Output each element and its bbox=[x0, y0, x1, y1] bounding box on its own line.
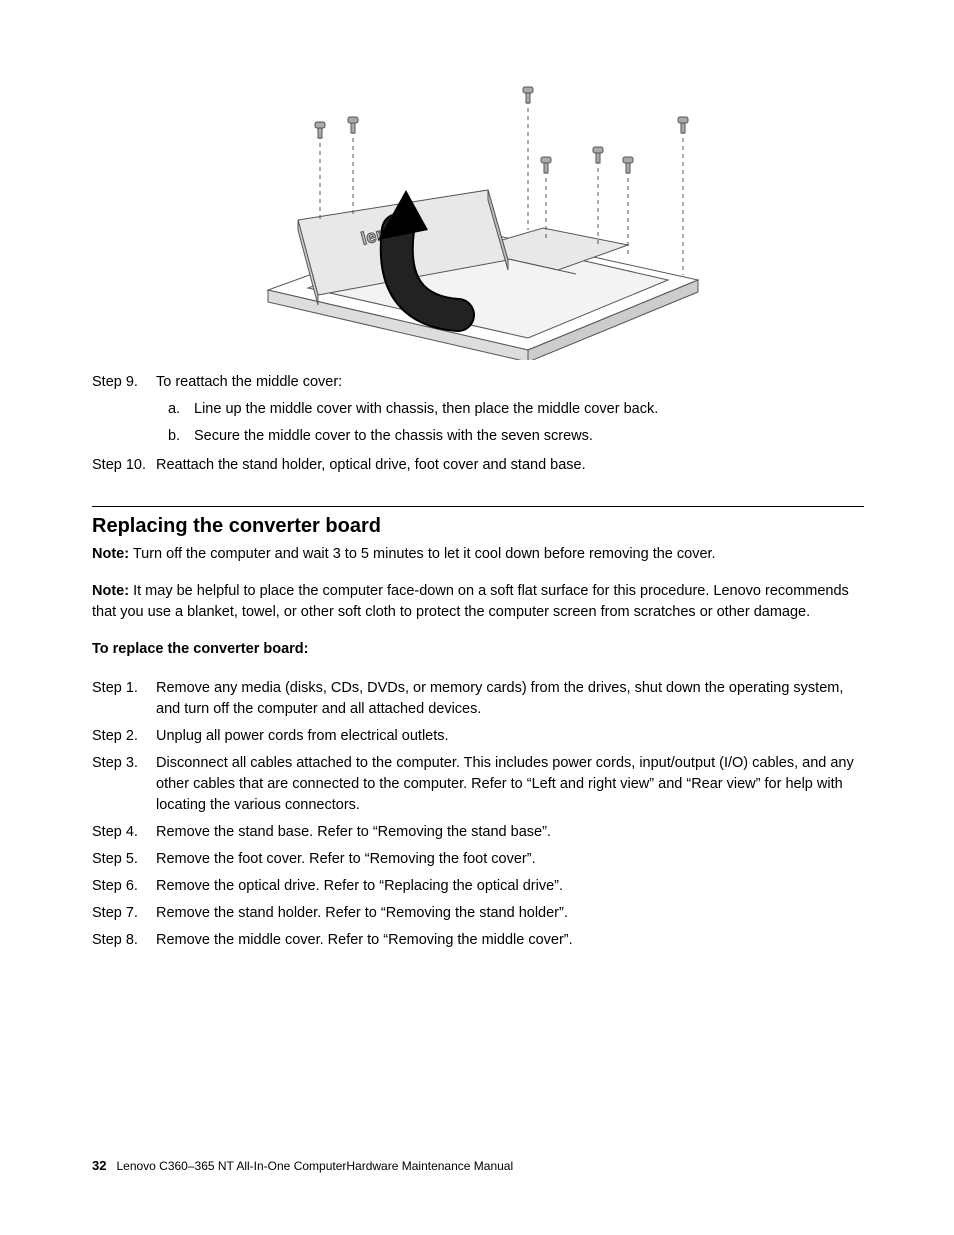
step-text: Reattach the stand holder, optical drive… bbox=[156, 455, 864, 476]
screw-icon bbox=[523, 87, 533, 230]
sub-text: Line up the middle cover with chassis, t… bbox=[194, 399, 864, 420]
step-1: Step 1. Remove any media (disks, CDs, DV… bbox=[92, 678, 864, 720]
note-label: Note: bbox=[92, 546, 129, 562]
note-label: Note: bbox=[92, 583, 129, 599]
screw-icon bbox=[623, 157, 633, 255]
sub-label: b. bbox=[156, 426, 194, 447]
step-label: Step 5. bbox=[92, 849, 156, 870]
screw-icon bbox=[348, 117, 358, 215]
screw-icon bbox=[593, 147, 603, 245]
step-text: Remove the optical drive. Refer to “Repl… bbox=[156, 876, 864, 897]
step-label: Step 8. bbox=[92, 930, 156, 951]
step-6: Step 6. Remove the optical drive. Refer … bbox=[92, 876, 864, 897]
note-2: Note: It may be helpful to place the com… bbox=[92, 581, 864, 623]
step-10: Step 10. Reattach the stand holder, opti… bbox=[92, 455, 864, 476]
step-label: Step 9. bbox=[92, 372, 156, 447]
step-text: Remove the stand base. Refer to “Removin… bbox=[156, 822, 864, 843]
step-9-sub-b: b. Secure the middle cover to the chassi… bbox=[156, 426, 864, 447]
step-5: Step 5. Remove the foot cover. Refer to … bbox=[92, 849, 864, 870]
step-text: Remove any media (disks, CDs, DVDs, or m… bbox=[156, 678, 864, 720]
procedure-steps: Step 1. Remove any media (disks, CDs, DV… bbox=[92, 678, 864, 951]
step-text: To reattach the middle cover: bbox=[156, 374, 342, 390]
step-label: Step 7. bbox=[92, 903, 156, 924]
step-8: Step 8. Remove the middle cover. Refer t… bbox=[92, 930, 864, 951]
step-label: Step 6. bbox=[92, 876, 156, 897]
step-2: Step 2. Unplug all power cords from elec… bbox=[92, 726, 864, 747]
sub-label: a. bbox=[156, 399, 194, 420]
step-3: Step 3. Disconnect all cables attached t… bbox=[92, 753, 864, 816]
footer-doc-title: Lenovo C360–365 NT All-In-One ComputerHa… bbox=[116, 1159, 513, 1173]
note-1: Note: Turn off the computer and wait 3 t… bbox=[92, 544, 864, 565]
step-label: Step 10. bbox=[92, 455, 156, 476]
screw-icon bbox=[541, 157, 551, 240]
sub-text: Secure the middle cover to the chassis w… bbox=[194, 426, 864, 447]
step-text: Disconnect all cables attached to the co… bbox=[156, 753, 864, 816]
page-footer: 32 Lenovo C360–365 NT All-In-One Computer… bbox=[92, 1158, 513, 1173]
section-divider bbox=[92, 506, 864, 507]
step-label: Step 4. bbox=[92, 822, 156, 843]
step-9-sub-a: a. Line up the middle cover with chassis… bbox=[156, 399, 864, 420]
step-4: Step 4. Remove the stand base. Refer to … bbox=[92, 822, 864, 843]
step-label: Step 1. bbox=[92, 678, 156, 720]
step-label: Step 3. bbox=[92, 753, 156, 816]
document-page: lenovo bbox=[0, 0, 954, 1235]
screw-icon bbox=[315, 122, 325, 220]
note-text: Turn off the computer and wait 3 to 5 mi… bbox=[129, 546, 716, 562]
note-text: It may be helpful to place the computer … bbox=[92, 583, 849, 620]
step-9: Step 9. To reattach the middle cover: a.… bbox=[92, 372, 864, 447]
step-text: Remove the middle cover. Refer to “Remov… bbox=[156, 930, 864, 951]
step-text: Unplug all power cords from electrical o… bbox=[156, 726, 864, 747]
page-number: 32 bbox=[92, 1158, 106, 1173]
step-text: Remove the stand holder. Refer to “Remov… bbox=[156, 903, 864, 924]
cover-removal-figure: lenovo bbox=[228, 80, 728, 360]
procedure-sub-heading: To replace the converter board: bbox=[92, 639, 864, 660]
step-7: Step 7. Remove the stand holder. Refer t… bbox=[92, 903, 864, 924]
section-heading: Replacing the converter board bbox=[92, 515, 864, 538]
step-label: Step 2. bbox=[92, 726, 156, 747]
screw-icon bbox=[678, 117, 688, 275]
step-text: Remove the foot cover. Refer to “Removin… bbox=[156, 849, 864, 870]
